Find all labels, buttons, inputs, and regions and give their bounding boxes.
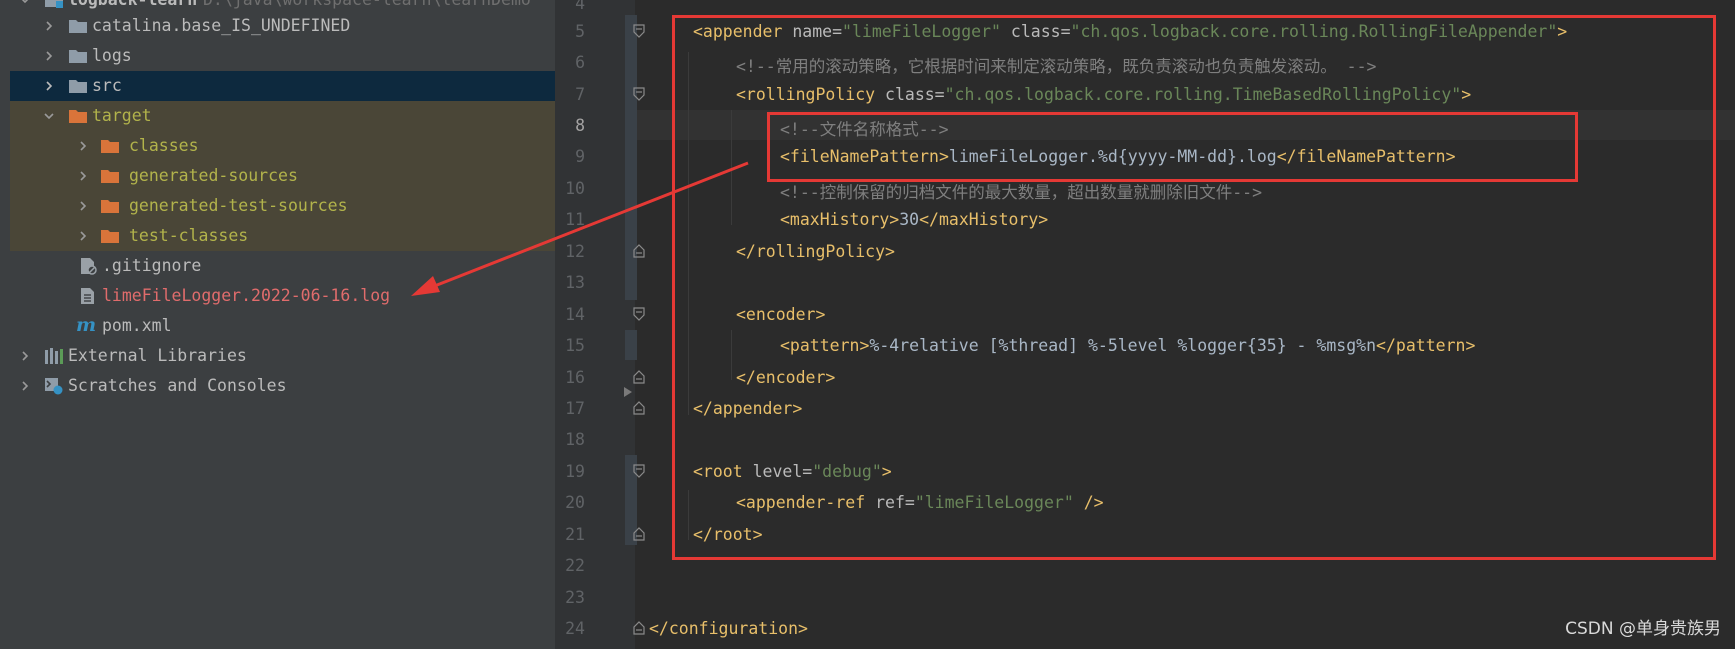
fold-icon[interactable] — [633, 464, 645, 478]
fold-icon[interactable] — [633, 307, 645, 321]
project-path: D:\java\workspace-learn\learnDemo — [203, 0, 531, 9]
tree-item-target[interactable]: target — [10, 101, 555, 131]
watermark: CSDN @单身贵族男 — [1565, 619, 1721, 639]
chevron-right-icon[interactable] — [78, 171, 88, 181]
annotation-box-appender — [672, 15, 1716, 560]
tree-item-catalina[interactable]: catalina.base_IS_UNDEFINED — [10, 11, 555, 41]
tree-item-label: generated-test-sources — [129, 196, 348, 215]
line-number: 16 — [565, 368, 585, 387]
module-folder-icon — [44, 0, 64, 9]
chevron-right-icon[interactable] — [78, 231, 88, 241]
tree-item-classes[interactable]: classes — [10, 131, 555, 161]
text-file-icon — [78, 287, 98, 305]
tree-item-label: logs — [92, 46, 132, 65]
tree-item-label: test-classes — [129, 226, 249, 245]
tree-item-label: .gitignore — [102, 256, 202, 275]
tree-item-label: target — [92, 106, 152, 125]
line-number: 6 — [575, 53, 585, 72]
chevron-down-icon[interactable] — [44, 111, 54, 121]
tree-item-logs[interactable]: logs — [10, 41, 555, 71]
xml-tag: </configuration> — [649, 619, 808, 638]
chevron-down-icon[interactable] — [20, 0, 30, 5]
chevron-right-icon[interactable] — [78, 201, 88, 211]
project-tree: logback-learn D:\java\workspace-learn\le… — [10, 0, 555, 649]
excluded-folder-icon — [100, 227, 120, 245]
line-number-current: 8 — [575, 116, 585, 135]
library-icon — [44, 347, 64, 365]
line-number: 4 — [575, 0, 585, 13]
fold-end-icon[interactable] — [633, 370, 645, 384]
chevron-right-icon[interactable] — [44, 51, 54, 61]
tree-item-label: limeFileLogger.2022-06-16.log — [102, 286, 391, 305]
line-number: 20 — [565, 493, 585, 512]
code-line-24[interactable]: </configuration> — [649, 619, 808, 638]
fold-icon[interactable] — [633, 87, 645, 101]
ignore-file-icon — [78, 257, 98, 275]
scope-marker — [625, 330, 637, 360]
chevron-right-icon[interactable] — [78, 141, 88, 151]
maven-icon: m — [76, 314, 97, 336]
tree-item-label: Scratches and Consoles — [68, 376, 287, 395]
line-number: 7 — [575, 85, 585, 104]
tree-item-src[interactable]: src — [10, 71, 555, 101]
chevron-right-icon[interactable] — [44, 21, 54, 31]
line-number: 19 — [565, 462, 585, 481]
chevron-right-icon[interactable] — [20, 351, 30, 361]
fold-end-icon[interactable] — [633, 401, 645, 415]
tree-item-label: generated-sources — [129, 166, 298, 185]
line-number: 11 — [565, 210, 585, 229]
tree-item-label: catalina.base_IS_UNDEFINED — [92, 16, 351, 35]
line-number: 5 — [575, 22, 585, 41]
tree-item-label: src — [92, 76, 122, 95]
excluded-folder-icon — [100, 197, 120, 215]
line-number: 23 — [565, 588, 585, 607]
folder-icon — [68, 17, 88, 35]
line-number: 13 — [565, 273, 585, 292]
tree-item-external-libraries[interactable]: External Libraries — [10, 341, 555, 371]
tree-item-generated-sources[interactable]: generated-sources — [10, 161, 555, 191]
line-number: 12 — [565, 242, 585, 261]
excluded-folder-icon — [100, 137, 120, 155]
line-number: 24 — [565, 619, 585, 638]
chevron-right-icon[interactable] — [20, 381, 30, 391]
annotation-box-filename-pattern — [767, 112, 1578, 182]
tree-item-test-classes[interactable]: test-classes — [10, 221, 555, 251]
tree-item-label: classes — [129, 136, 199, 155]
line-number: 22 — [565, 556, 585, 575]
chevron-right-icon[interactable] — [44, 81, 54, 91]
tree-item-log-file[interactable]: limeFileLogger.2022-06-16.log — [10, 281, 555, 311]
run-gutter-icon[interactable] — [623, 386, 633, 398]
fold-icon[interactable] — [633, 24, 645, 38]
line-number: 10 — [565, 179, 585, 198]
scratches-icon — [44, 377, 64, 395]
tree-item-label: External Libraries — [68, 346, 247, 365]
line-number: 14 — [565, 305, 585, 324]
line-number: 18 — [565, 430, 585, 449]
tree-item-generated-test-sources[interactable]: generated-test-sources — [10, 191, 555, 221]
excluded-folder-icon — [100, 167, 120, 185]
line-number: 15 — [565, 336, 585, 355]
line-number: 21 — [565, 525, 585, 544]
tree-item-label: logback-learn — [68, 0, 197, 9]
line-number: 9 — [575, 147, 585, 166]
tree-item-scratches[interactable]: Scratches and Consoles — [10, 371, 555, 401]
fold-end-icon[interactable] — [633, 621, 645, 635]
tree-item-pom[interactable]: m pom.xml — [10, 311, 555, 341]
fold-end-icon[interactable] — [633, 527, 645, 541]
tree-item-label: pom.xml — [102, 316, 172, 335]
excluded-folder-icon — [68, 107, 88, 125]
folder-icon — [68, 47, 88, 65]
folder-icon — [68, 77, 88, 95]
line-number: 17 — [565, 399, 585, 418]
fold-end-icon[interactable] — [633, 244, 645, 258]
tree-item-gitignore[interactable]: .gitignore — [10, 251, 555, 281]
